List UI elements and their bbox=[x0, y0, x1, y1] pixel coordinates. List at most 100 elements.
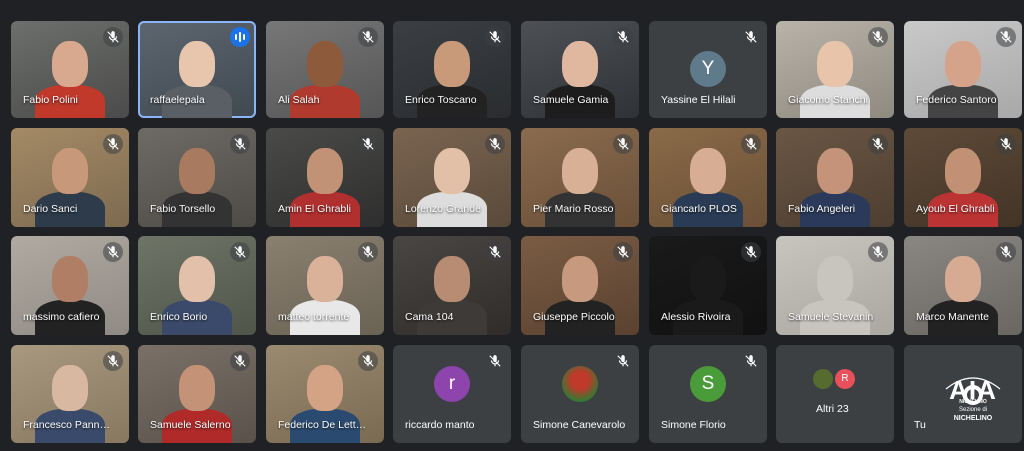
participant-name: Giacomo Stanchi bbox=[788, 94, 868, 106]
mic-off-icon bbox=[485, 351, 505, 371]
participant-name: Giuseppe Piccolo bbox=[533, 311, 615, 323]
participant-name: Cama 104 bbox=[405, 311, 454, 323]
participant-tile[interactable]: Ali Salah bbox=[266, 21, 384, 118]
participant-tile[interactable]: Simone Canevarolo bbox=[521, 345, 639, 443]
participant-face bbox=[179, 148, 215, 194]
participant-face bbox=[945, 148, 981, 194]
mic-off-icon bbox=[230, 242, 250, 262]
participant-tile[interactable]: Samuele Salerno bbox=[138, 345, 256, 443]
participant-face bbox=[817, 41, 853, 87]
participant-tile[interactable]: matteo torrente bbox=[266, 236, 384, 335]
participant-name: Pier Mario Rosso bbox=[533, 203, 614, 215]
participant-tile[interactable]: Lorenzo Grande bbox=[393, 128, 511, 227]
mic-off-icon bbox=[103, 134, 123, 154]
participant-tile[interactable]: Fabio Angeleri bbox=[776, 128, 894, 227]
mic-off-icon bbox=[103, 351, 123, 371]
mic-off-icon bbox=[741, 351, 761, 371]
participant-face bbox=[434, 256, 470, 302]
participant-name: Dario Sanci bbox=[23, 203, 78, 215]
participant-tile[interactable]: Pier Mario Rosso bbox=[521, 128, 639, 227]
mic-off-icon bbox=[485, 242, 505, 262]
mic-off-icon bbox=[613, 27, 633, 47]
participant-name: Alessio Rivoira bbox=[661, 311, 731, 323]
participant-face bbox=[307, 41, 343, 87]
participant-tile[interactable]: massimo cafiero bbox=[11, 236, 129, 335]
mic-off-icon bbox=[230, 134, 250, 154]
participant-tile[interactable]: Giuseppe Piccolo bbox=[521, 236, 639, 335]
participant-name: Fabio Polini bbox=[23, 94, 78, 106]
participant-tile[interactable]: r riccardo manto bbox=[393, 345, 511, 443]
participant-tile[interactable]: Federico De Lett… bbox=[266, 345, 384, 443]
participant-face bbox=[690, 256, 726, 302]
participant-face bbox=[179, 256, 215, 302]
participant-tile[interactable]: raffaelepala bbox=[138, 21, 256, 118]
participant-face bbox=[52, 256, 88, 302]
participant-tile[interactable]: Federico Santoro bbox=[904, 21, 1022, 118]
mic-off-icon bbox=[358, 351, 378, 371]
logo-arc-text: NICHELINO bbox=[959, 399, 987, 405]
participant-name: Giancarlo PLOS bbox=[661, 203, 737, 215]
participant-name: matteo torrente bbox=[278, 311, 350, 323]
mic-off-icon bbox=[613, 134, 633, 154]
participant-face bbox=[52, 365, 88, 411]
participant-tile[interactable]: Amin El Ghrabli bbox=[266, 128, 384, 227]
avatar: S bbox=[690, 366, 726, 402]
participant-name: Altri 23 bbox=[816, 403, 849, 415]
participant-name: Federico De Lett… bbox=[278, 419, 367, 431]
mic-off-icon bbox=[103, 27, 123, 47]
participant-face bbox=[562, 41, 598, 87]
participant-tile[interactable]: Francesco Pann… bbox=[11, 345, 129, 443]
participant-name: Tu bbox=[914, 419, 926, 431]
participant-face bbox=[307, 365, 343, 411]
participant-tile[interactable]: S Simone Florio bbox=[649, 345, 767, 443]
participant-tile[interactable]: Samuele Gamia bbox=[521, 21, 639, 118]
participant-tile[interactable]: Samuele Stevanin bbox=[776, 236, 894, 335]
participant-face bbox=[52, 148, 88, 194]
participant-tile[interactable]: Fabio Polini bbox=[11, 21, 129, 118]
participant-tile[interactable]: Giancarlo PLOS bbox=[649, 128, 767, 227]
participant-name: Enrico Toscano bbox=[405, 94, 477, 106]
participant-name: massimo cafiero bbox=[23, 311, 100, 323]
logo-subtitle: Sezione di bbox=[958, 407, 988, 413]
mic-off-icon bbox=[613, 351, 633, 371]
participant-name: riccardo manto bbox=[405, 419, 475, 431]
participant-name: Marco Manente bbox=[916, 311, 989, 323]
participant-face bbox=[179, 41, 215, 87]
participant-tile[interactable]: Fabio Torsello bbox=[138, 128, 256, 227]
participant-face bbox=[945, 256, 981, 302]
participant-tile[interactable]: R Altri 23 bbox=[776, 345, 894, 443]
participant-tile[interactable]: Alessio Rivoira bbox=[649, 236, 767, 335]
mic-off-icon bbox=[741, 27, 761, 47]
participant-name: Yassine El Hilali bbox=[661, 94, 736, 106]
participant-face bbox=[179, 365, 215, 411]
avatar: R bbox=[835, 369, 855, 389]
participant-name: raffaelepala bbox=[150, 94, 205, 106]
participant-name: Federico Santoro bbox=[916, 94, 997, 106]
mic-off-icon bbox=[358, 134, 378, 154]
participant-tile[interactable]: Enrico Toscano bbox=[393, 21, 511, 118]
mic-off-icon bbox=[868, 27, 888, 47]
participant-tile[interactable]: Enrico Borio bbox=[138, 236, 256, 335]
participant-tile[interactable]: Y Yassine El Hilali bbox=[649, 21, 767, 118]
mic-off-icon bbox=[996, 242, 1016, 262]
participant-tile[interactable]: Giacomo Stanchi bbox=[776, 21, 894, 118]
participant-name: Fabio Angeleri bbox=[788, 203, 856, 215]
mic-off-icon bbox=[358, 242, 378, 262]
participant-name: Simone Florio bbox=[661, 419, 726, 431]
participant-name: Ayoub El Ghrabli bbox=[916, 203, 995, 215]
participant-face bbox=[52, 41, 88, 87]
mic-off-icon bbox=[485, 27, 505, 47]
participant-name: Amin El Ghrabli bbox=[278, 203, 351, 215]
participant-face bbox=[434, 41, 470, 87]
participant-tile[interactable]: Marco Manente bbox=[904, 236, 1022, 335]
participant-name: Samuele Gamia bbox=[533, 94, 609, 106]
participant-name: Lorenzo Grande bbox=[405, 203, 481, 215]
participant-tile[interactable]: Dario Sanci bbox=[11, 128, 129, 227]
participant-tile[interactable]: AIA NICHELINO Sezione di NICHELINO Tu bbox=[904, 345, 1022, 443]
mic-off-icon bbox=[868, 242, 888, 262]
participant-tile[interactable]: Ayoub El Ghrabli bbox=[904, 128, 1022, 227]
participant-tile[interactable]: Cama 104 bbox=[393, 236, 511, 335]
participant-face bbox=[817, 148, 853, 194]
participant-name: Fabio Torsello bbox=[150, 203, 216, 215]
participant-name: Ali Salah bbox=[278, 94, 320, 106]
